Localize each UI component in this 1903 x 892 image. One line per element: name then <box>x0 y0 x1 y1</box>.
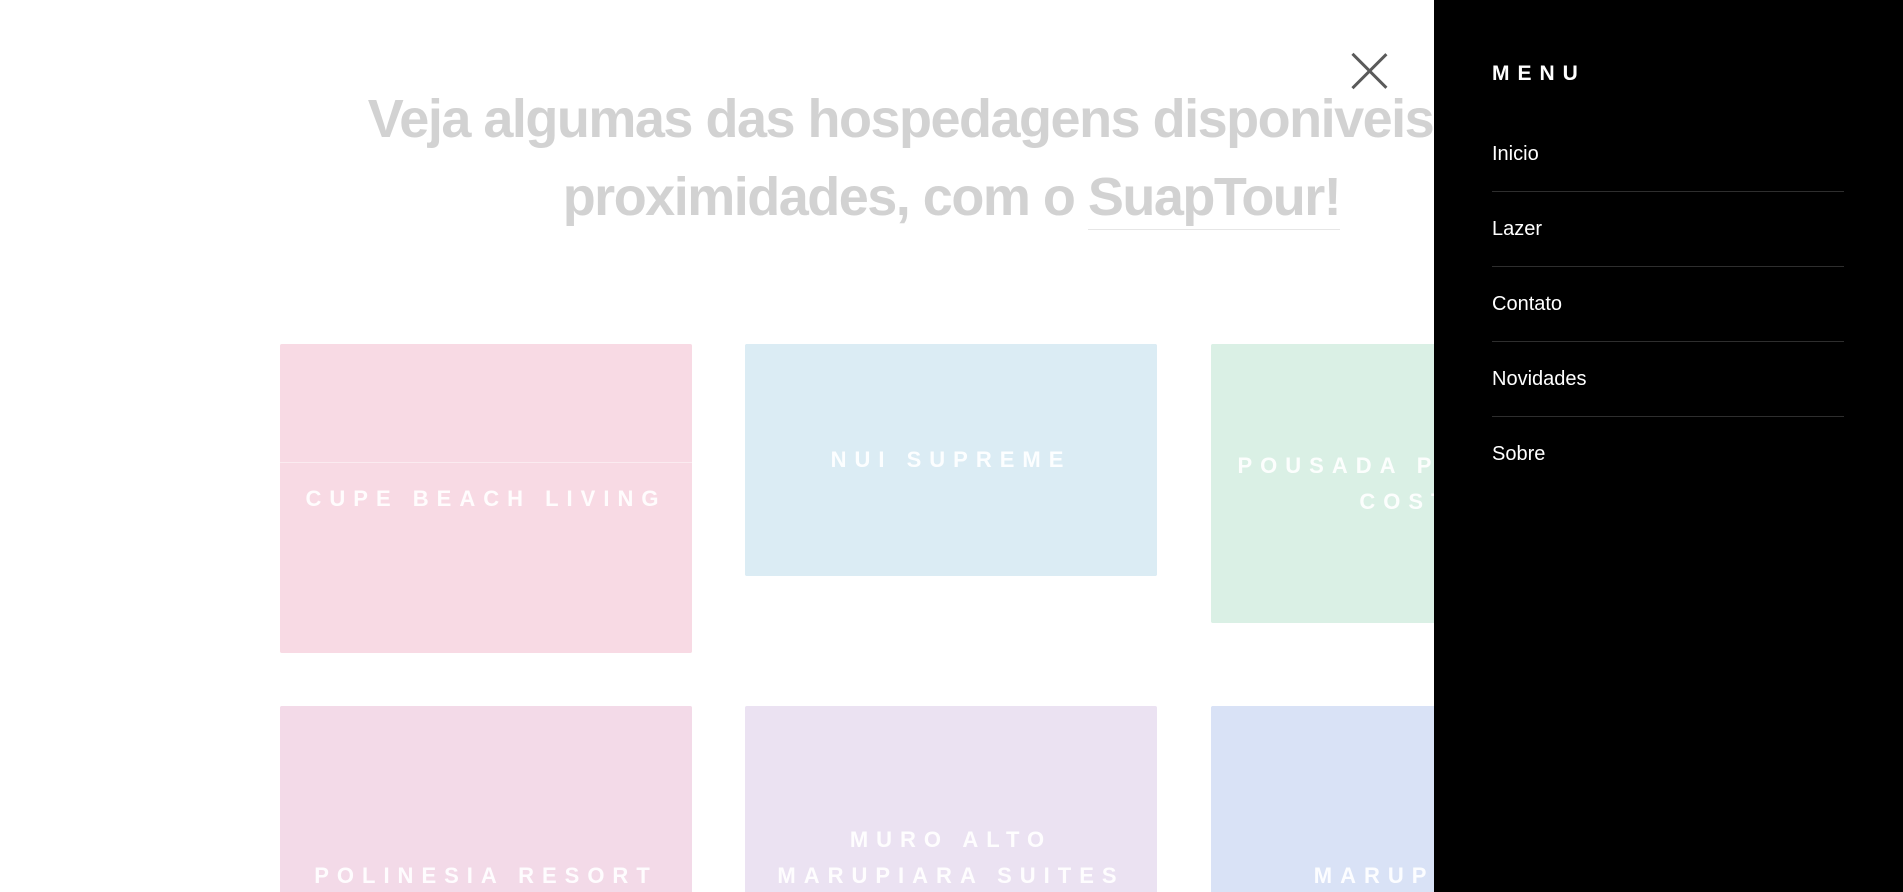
heading-line-2: proximidades, com o <box>562 167 1088 227</box>
hotel-card[interactable]: POLINESIA RESORT <box>280 706 692 892</box>
menu-title: MENU <box>1492 62 1586 85</box>
menu-item-novidades[interactable]: Novidades <box>1492 342 1844 417</box>
page: Veja algumas das hospedagens disponiveis… <box>0 0 1903 892</box>
hotel-card-title: MURO ALTO MARUPIARA SUITES <box>777 827 1125 888</box>
hotel-card[interactable]: MURO ALTO MARUPIARA SUITES <box>745 706 1157 892</box>
menu-item-contato[interactable]: Contato <box>1492 267 1844 342</box>
hotel-card-title: NUI SUPREME <box>830 447 1072 472</box>
close-menu-icon[interactable] <box>1349 51 1389 91</box>
menu-item-inicio[interactable]: Inicio <box>1492 117 1844 192</box>
heading-line-1: Veja algumas das hospedagens disponiveis… <box>367 89 1537 149</box>
side-menu: MENU Inicio Lazer Contato Novidades Sobr… <box>1434 0 1903 892</box>
menu-item-sobre[interactable]: Sobre <box>1492 417 1844 492</box>
hotel-card[interactable]: NUI SUPREME <box>745 344 1157 576</box>
hotel-card[interactable]: CUPE BEACH LIVING <box>280 344 692 653</box>
brand-name[interactable]: SuapTour! <box>1087 167 1342 230</box>
menu-list: Inicio Lazer Contato Novidades Sobre <box>1492 117 1844 492</box>
hotel-card-title: CUPE BEACH LIVING <box>305 485 667 511</box>
hotel-card-title: POLINESIA RESORT <box>314 863 658 888</box>
menu-item-lazer[interactable]: Lazer <box>1492 192 1844 267</box>
